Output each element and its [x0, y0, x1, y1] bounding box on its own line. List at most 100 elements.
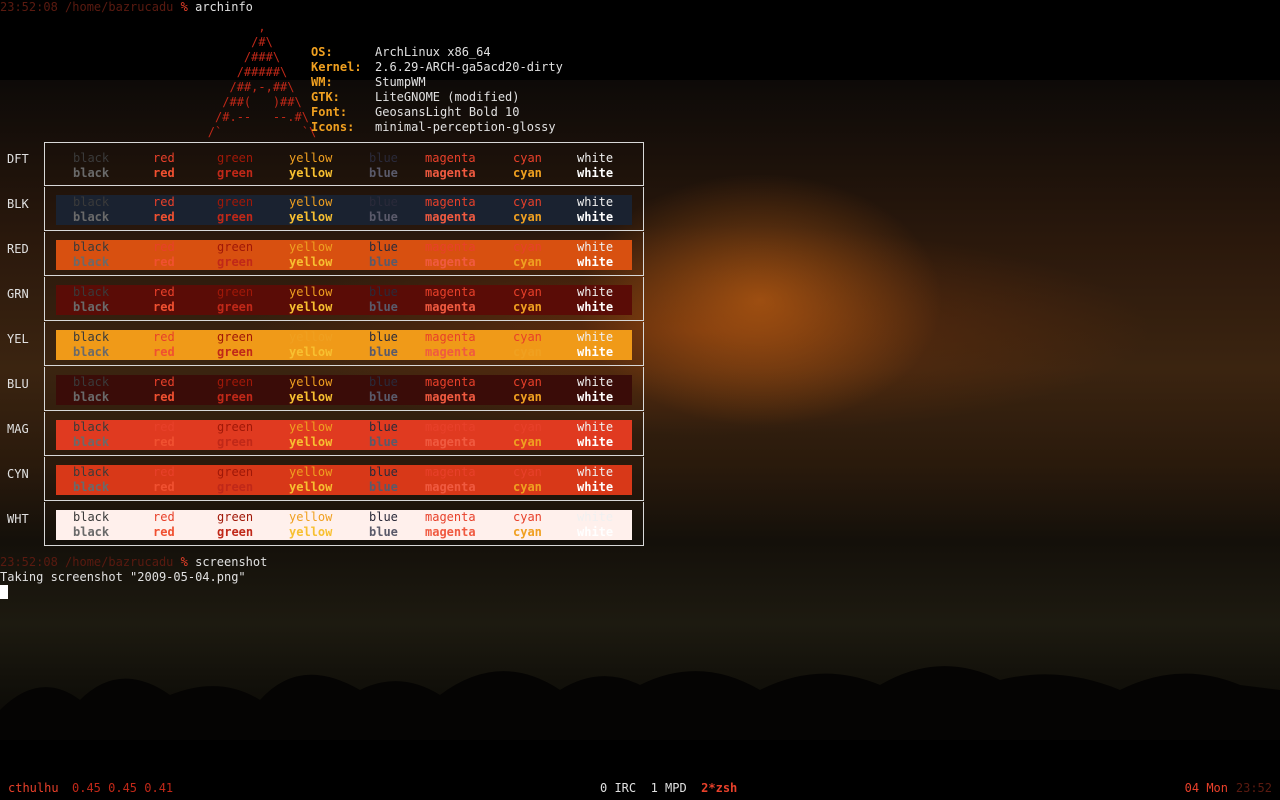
palette-color-sample: magenta	[425, 240, 476, 254]
sysinfo-value: GeosansLight Bold 10	[375, 105, 520, 119]
palette-row: YEL black red green yellow blue magenta cyan whi…	[0, 322, 645, 367]
palette-color-sample: yellow	[289, 345, 333, 359]
palette-color-sample: white	[577, 420, 614, 434]
palette-row: GRN black red green yellow blue magenta cyan whi…	[0, 277, 645, 322]
palette-color-sample: magenta	[425, 420, 476, 434]
palette-color-sample: magenta	[425, 195, 476, 209]
palette-color-sample: black	[73, 330, 110, 344]
palette-color-sample: cyan	[513, 345, 542, 359]
palette-color-sample: yellow	[289, 151, 333, 165]
palette-color-sample: yellow	[289, 390, 333, 404]
palette-color-sample: red	[153, 151, 175, 165]
palette-color-sample: cyan	[513, 375, 542, 389]
palette-color-sample: white	[577, 195, 614, 209]
window-list-inactive[interactable]: 0 IRC 1 MPD	[600, 781, 701, 795]
palette-color-sample: green	[217, 330, 254, 344]
palette-color-sample: cyan	[513, 390, 542, 404]
hostname: cthulhu	[8, 781, 59, 795]
sysinfo-value: ArchLinux x86_64	[375, 45, 491, 59]
palette-color-sample: magenta	[425, 345, 476, 359]
palette-color-sample: green	[217, 435, 254, 449]
palette-color-sample: white	[577, 255, 614, 269]
palette-color-sample: green	[217, 525, 254, 539]
palette-color-sample: red	[153, 300, 175, 314]
palette-color-sample: cyan	[513, 480, 542, 494]
status-bar: cthulhu 0.45 0.45 0.41 0 IRC 1 MPD 2*zsh…	[0, 778, 1280, 798]
palette-color-sample: red	[153, 330, 175, 344]
palette-color-sample: magenta	[425, 300, 476, 314]
prompt-line: 23:52:08 /home/bazrucadu % screenshot	[0, 555, 267, 570]
palette-color-sample: black	[73, 435, 110, 449]
palette-color-sample: red	[153, 195, 175, 209]
sysinfo-key: OS:	[311, 45, 333, 59]
palette-color-sample: cyan	[513, 420, 542, 434]
palette-row: RED black red green yellow blue magenta cyan whi…	[0, 232, 645, 277]
palette-color-sample: green	[217, 195, 254, 209]
palette-color-sample: green	[217, 210, 254, 224]
palette-color-sample: black	[73, 195, 110, 209]
palette-color-sample: green	[217, 240, 254, 254]
load-average: 0.45 0.45 0.41	[72, 781, 174, 795]
palette-color-sample: red	[153, 465, 175, 479]
sysinfo-value: minimal-perception-glossy	[375, 120, 556, 134]
palette-color-sample: green	[217, 465, 254, 479]
palette-color-sample: black	[73, 166, 110, 180]
palette-color-sample: white	[577, 375, 614, 389]
palette-color-sample: magenta	[425, 330, 476, 344]
sysinfo-key: Icons:	[311, 120, 355, 134]
palette-color-sample: green	[217, 390, 254, 404]
palette-color-sample: yellow	[289, 330, 333, 344]
prompt-command: screenshot	[195, 555, 268, 569]
palette-row-label: RED	[7, 242, 29, 256]
palette-box: black red green yellow blue magenta cyan white b…	[44, 412, 644, 456]
palette-color-sample: white	[577, 510, 614, 524]
date-display: 04 Mon	[1184, 781, 1228, 795]
palette-color-sample: yellow	[289, 465, 333, 479]
palette-color-sample: black	[73, 390, 110, 404]
palette-color-sample: yellow	[289, 240, 333, 254]
palette-color-sample: yellow	[289, 435, 333, 449]
palette-color-sample: cyan	[513, 525, 542, 539]
sysinfo-key: WM:	[311, 75, 333, 89]
palette-color-sample: yellow	[289, 210, 333, 224]
palette-color-sample: magenta	[425, 435, 476, 449]
palette-box: black red green yellow blue magenta cyan white b…	[44, 142, 644, 186]
palette-color-sample: cyan	[513, 166, 542, 180]
palette-box: black red green yellow blue magenta cyan white b…	[44, 322, 644, 366]
prompt-path: /home/bazrucadu	[65, 0, 174, 14]
palette-color-sample: white	[577, 151, 614, 165]
palette-color-sample: red	[153, 285, 175, 299]
palette-color-sample: cyan	[513, 151, 542, 165]
tree-line-silhouette	[0, 666, 1280, 740]
palette-box: black red green yellow blue magenta cyan white b…	[44, 277, 644, 321]
palette-color-sample: green	[217, 151, 254, 165]
prompt-time: 23:52:08	[0, 555, 58, 569]
palette-row-label: DFT	[7, 152, 29, 166]
palette-color-sample: green	[217, 255, 254, 269]
palette-row-label: WHT	[7, 512, 29, 526]
palette-color-sample: magenta	[425, 480, 476, 494]
active-window[interactable]: 2*zsh	[701, 781, 737, 795]
prompt-command: archinfo	[195, 0, 253, 14]
palette-color-sample: cyan	[513, 285, 542, 299]
palette-color-sample: red	[153, 525, 175, 539]
palette-color-sample: white	[577, 240, 614, 254]
prompt-line: 23:52:08 /home/bazrucadu % archinfo	[0, 0, 253, 15]
palette-color-sample: white	[577, 465, 614, 479]
palette-row-label: CYN	[7, 467, 29, 481]
command-output: Taking screenshot "2009-05-04.png"	[0, 570, 246, 584]
palette-color-sample: magenta	[425, 255, 476, 269]
palette-row: MAG black red green yellow blue magenta cyan whi…	[0, 412, 645, 457]
sysinfo-key: GTK:	[311, 90, 340, 104]
palette-box: black red green yellow blue magenta cyan white b…	[44, 232, 644, 276]
palette-color-sample: white	[577, 525, 614, 539]
palette-color-sample: black	[73, 210, 110, 224]
palette-box: black red green yellow blue magenta cyan white b…	[44, 187, 644, 231]
palette-color-sample: red	[153, 375, 175, 389]
palette-color-sample: white	[577, 166, 614, 180]
sysinfo-row: OS: ArchLinux x86_64	[311, 45, 563, 60]
palette-color-sample: black	[73, 465, 110, 479]
palette-color-sample: white	[577, 210, 614, 224]
text-cursor[interactable]	[0, 585, 8, 599]
system-info: OS: ArchLinux x86_64 Kernel: 2.6.29-ARCH-g…	[311, 45, 563, 135]
